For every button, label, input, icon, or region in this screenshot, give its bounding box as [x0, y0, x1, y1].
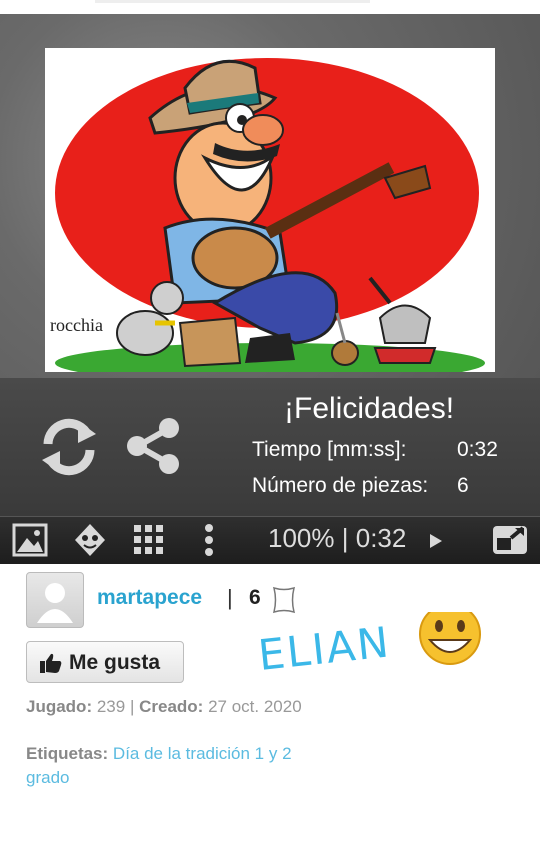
grid-icon[interactable] [132, 523, 166, 557]
restart-icon[interactable] [38, 416, 100, 478]
tags-label: Etiquetas: [26, 744, 109, 763]
username-link[interactable]: martapece [97, 586, 202, 610]
gaucho-illustration: rocchia [50, 58, 485, 372]
puzzle-piece-icon [272, 586, 296, 614]
stats-line: Jugado: 239 | Creado: 27 oct. 2020 [26, 695, 316, 719]
user-silhouette-icon [37, 583, 73, 623]
like-button[interactable]: Me gusta [26, 641, 184, 683]
share-icon[interactable] [124, 416, 182, 476]
pieces-label: Número de piezas: [252, 474, 429, 497]
owner-piece-count: 6 [249, 586, 261, 609]
time-value: 0:32 [457, 438, 498, 461]
like-button-label: Me gusta [69, 651, 161, 674]
more-vertical-icon[interactable] [202, 522, 216, 558]
thumbs-up-icon [40, 653, 62, 673]
ghost-icon[interactable] [73, 522, 107, 558]
meta-divider: | [129, 697, 135, 716]
handwritten-comment: ELIAN [258, 612, 481, 680]
fullscreen-icon[interactable] [491, 522, 529, 556]
handwritten-text: ELIAN [258, 617, 393, 680]
zoom-level[interactable]: 100% [268, 523, 335, 553]
created-value: 27 oct. 2020 [208, 697, 302, 716]
toolbar-divider: | [341, 523, 349, 553]
tags-line: Etiquetas: Día de la tradición 1 y 2 gra… [26, 742, 316, 790]
play-icon[interactable] [428, 532, 444, 550]
played-value: 239 [96, 697, 126, 716]
top-bar [0, 0, 540, 15]
congrats-title: ¡Felicidades! [284, 392, 455, 425]
toolbar-timer: 0:32 [355, 523, 407, 553]
time-label: Tiempo [mm:ss]: [252, 438, 407, 461]
grinning-emoji-icon [419, 612, 481, 665]
avatar[interactable] [26, 572, 84, 628]
owner-divider: | [227, 585, 233, 610]
top-tab-indicator [95, 0, 370, 3]
image-icon[interactable] [12, 523, 48, 557]
puzzle-image: rocchia [45, 48, 495, 372]
signature-text: rocchia [50, 315, 103, 335]
played-label: Jugado: [26, 697, 93, 716]
zoom-timer-readout: 100% | 0:32 [268, 523, 406, 554]
pieces-value: 6 [457, 474, 469, 497]
created-label: Creado: [139, 697, 204, 716]
